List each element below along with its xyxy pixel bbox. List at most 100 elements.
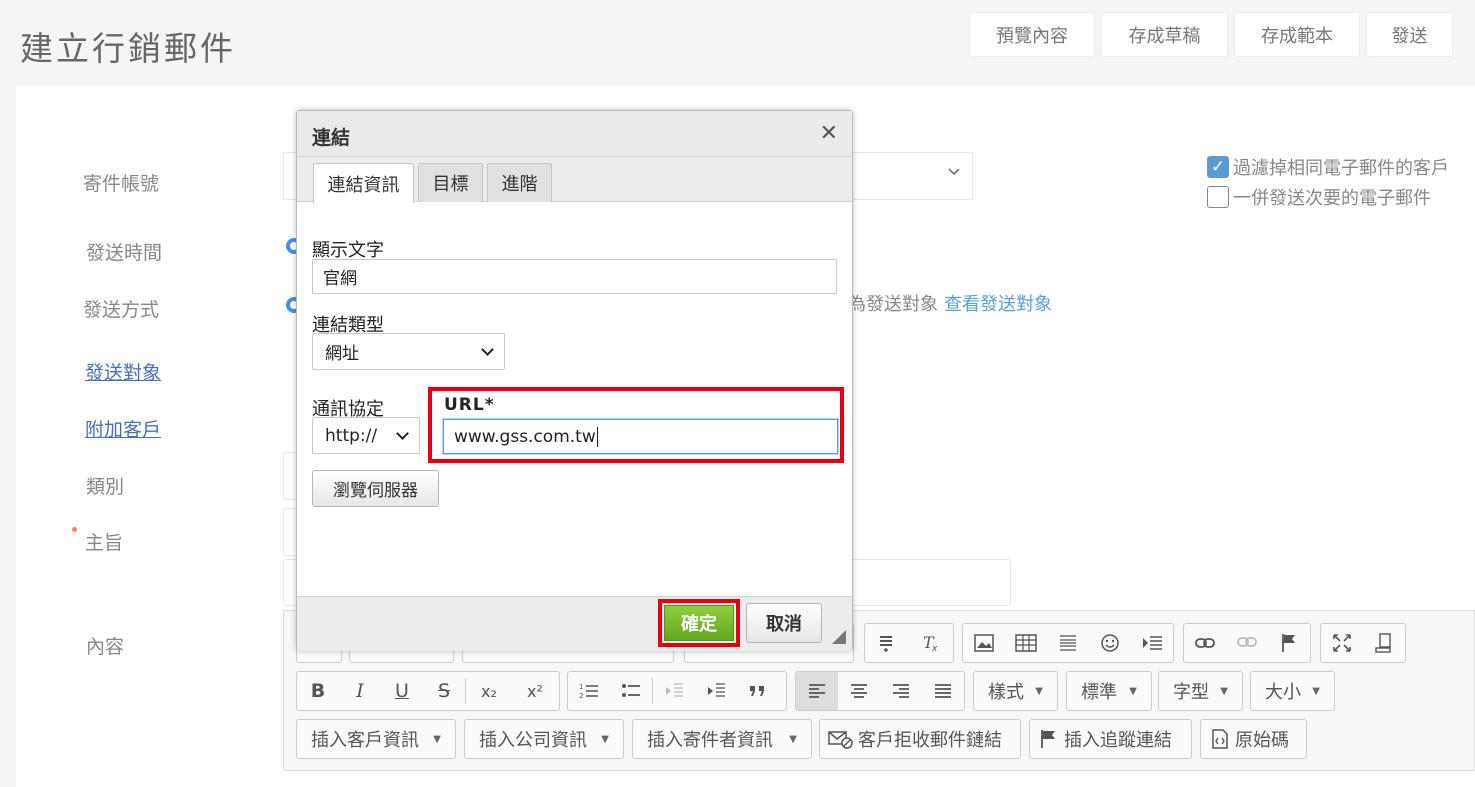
insert-tracking-link-button[interactable]: 插入追蹤連結 bbox=[1029, 719, 1192, 759]
blockquote-icon[interactable] bbox=[737, 672, 779, 710]
send-method-note: 為發送對象 查看發送對象 bbox=[848, 290, 1052, 316]
toolbar-group-view[interactable] bbox=[1320, 623, 1406, 663]
chevron-down-icon bbox=[481, 342, 494, 356]
toolbar-group-link[interactable] bbox=[1183, 623, 1311, 663]
remove-format-icon[interactable]: Tx bbox=[909, 624, 953, 662]
source-code-button[interactable]: 原始碼 bbox=[1200, 719, 1307, 759]
toolbar-group-5[interactable]: Tx bbox=[864, 623, 954, 663]
tab-advanced[interactable]: 進階 bbox=[487, 163, 552, 202]
filter-duplicate-checkbox[interactable]: ✓ bbox=[1207, 156, 1229, 178]
url-label: URL* bbox=[444, 395, 495, 415]
format-combo[interactable]: 標準 ▼ bbox=[1066, 671, 1152, 711]
numbered-list-icon[interactable]: 12 bbox=[568, 672, 610, 710]
caret-down-icon: ▼ bbox=[789, 733, 797, 745]
table-icon[interactable] bbox=[1005, 624, 1047, 662]
preview-button[interactable]: 預覽內容 bbox=[969, 12, 1095, 57]
unsubscribe-link-button[interactable]: 客戶拒收郵件鏈結 bbox=[819, 719, 1021, 759]
horizontal-line-icon[interactable] bbox=[1047, 624, 1089, 662]
flag-icon bbox=[1041, 730, 1055, 748]
content-label: 內容 bbox=[86, 636, 125, 658]
svg-text:2: 2 bbox=[579, 692, 583, 700]
image-icon[interactable] bbox=[963, 624, 1005, 662]
editor-body[interactable] bbox=[283, 770, 1475, 787]
link-type-select[interactable]: 網址 bbox=[312, 333, 505, 370]
display-text-input[interactable]: 官網 bbox=[312, 259, 837, 294]
source-code-label: 原始碼 bbox=[1235, 730, 1289, 751]
strike-button[interactable]: S bbox=[423, 672, 465, 710]
svg-text:1: 1 bbox=[579, 683, 583, 691]
italic-button[interactable]: I bbox=[339, 672, 381, 710]
align-left-icon[interactable] bbox=[796, 672, 838, 710]
text-cursor bbox=[596, 426, 598, 447]
tab-link-info[interactable]: 連結資訊 bbox=[313, 163, 414, 203]
recipients-link[interactable]: 發送對象 bbox=[85, 358, 161, 385]
insert-company-info-combo[interactable]: 插入公司資訊 ▼ bbox=[464, 719, 624, 759]
size-combo[interactable]: 大小 ▼ bbox=[1250, 671, 1335, 711]
required-marker bbox=[72, 527, 77, 532]
subscript-button[interactable]: x₂ bbox=[466, 672, 512, 710]
send-method-label: 發送方式 bbox=[83, 299, 160, 321]
resize-grip-icon[interactable] bbox=[832, 630, 846, 644]
page-break-icon[interactable] bbox=[1131, 624, 1173, 662]
underline-button[interactable]: U bbox=[381, 672, 423, 710]
view-recipients-link[interactable]: 查看發送對象 bbox=[944, 294, 1052, 315]
align-justify-icon[interactable] bbox=[922, 672, 964, 710]
cancel-button[interactable]: 取消 bbox=[746, 603, 822, 643]
toolbar-list-group[interactable]: 12 bbox=[567, 671, 787, 711]
dialog-header[interactable]: 連結 ✕ bbox=[297, 111, 852, 157]
anchor-flag-icon[interactable] bbox=[1268, 624, 1310, 662]
bold-button[interactable]: B bbox=[297, 672, 339, 710]
maximize-icon[interactable] bbox=[1321, 624, 1363, 662]
show-blocks-icon[interactable] bbox=[1363, 624, 1405, 662]
tab-target[interactable]: 目標 bbox=[418, 163, 483, 202]
send-secondary-checkbox[interactable] bbox=[1207, 186, 1229, 208]
caret-down-icon: ▼ bbox=[1312, 685, 1320, 697]
filter-duplicate-option[interactable]: ✓ 過濾掉相同電子郵件的客戶 bbox=[1207, 154, 1449, 180]
ok-button[interactable]: 確定 bbox=[664, 605, 734, 641]
save-template-button[interactable]: 存成範本 bbox=[1234, 12, 1360, 57]
align-right-icon[interactable] bbox=[880, 672, 922, 710]
insert-company-info-label: 插入公司資訊 bbox=[479, 730, 587, 751]
indent-icon[interactable] bbox=[695, 672, 737, 710]
filter-duplicate-label: 過濾掉相同電子郵件的客戶 bbox=[1233, 158, 1449, 179]
size-combo-label: 大小 bbox=[1265, 682, 1301, 703]
insert-sender-info-combo[interactable]: 插入寄件者資訊 ▼ bbox=[632, 719, 812, 759]
outdent-icon[interactable] bbox=[653, 672, 695, 710]
send-method-suffix: 為發送對象 bbox=[848, 294, 938, 315]
send-button[interactable]: 發送 bbox=[1366, 12, 1453, 57]
caret-down-icon: ▼ bbox=[433, 733, 441, 745]
align-center-icon[interactable] bbox=[838, 672, 880, 710]
chevron-down-icon bbox=[396, 426, 409, 440]
toolbar-align-group[interactable] bbox=[795, 671, 965, 711]
link-type-value: 網址 bbox=[325, 344, 359, 364]
toolbar-format-group[interactable]: B I U S x₂ x² bbox=[296, 671, 560, 711]
insert-customer-info-combo[interactable]: 插入客戶資訊 ▼ bbox=[296, 719, 456, 759]
unlink-icon[interactable] bbox=[1226, 624, 1268, 662]
link-dialog: 連結 ✕ 連結資訊 目標 進階 顯示文字 官網 連結類型 網址 通訊協定 htt… bbox=[296, 110, 853, 651]
category-label: 類別 bbox=[86, 476, 125, 498]
page-title: 建立行銷郵件 bbox=[20, 29, 236, 68]
svg-text:x: x bbox=[931, 644, 938, 653]
url-input[interactable]: www.gss.com.tw bbox=[443, 419, 838, 454]
url-value: www.gss.com.tw bbox=[454, 426, 596, 447]
caret-down-icon: ▼ bbox=[1220, 685, 1228, 697]
format-combo-label: 標準 bbox=[1081, 682, 1117, 703]
font-combo[interactable]: 字型 ▼ bbox=[1158, 671, 1243, 711]
remove-format-list-icon[interactable] bbox=[865, 624, 909, 662]
send-secondary-option[interactable]: 一併發送次要的電子郵件 bbox=[1207, 184, 1431, 210]
chevron-down-icon bbox=[946, 163, 962, 183]
save-draft-button[interactable]: 存成草稿 bbox=[1101, 12, 1228, 57]
smiley-icon[interactable] bbox=[1089, 624, 1131, 662]
send-secondary-label: 一併發送次要的電子郵件 bbox=[1233, 188, 1431, 209]
protocol-value: http:// bbox=[325, 425, 378, 446]
close-icon[interactable]: ✕ bbox=[820, 121, 838, 146]
browse-server-button[interactable]: 瀏覽伺服器 bbox=[312, 470, 439, 507]
toolbar-group-insert[interactable] bbox=[962, 623, 1174, 663]
protocol-select[interactable]: http:// bbox=[312, 417, 420, 454]
link-icon[interactable] bbox=[1184, 624, 1226, 662]
superscript-button[interactable]: x² bbox=[512, 672, 558, 710]
styles-combo[interactable]: 樣式 ▼ bbox=[973, 671, 1058, 711]
source-file-icon bbox=[1212, 729, 1228, 749]
add-customer-link[interactable]: 附加客戶 bbox=[85, 415, 161, 442]
bullet-list-icon[interactable] bbox=[610, 672, 652, 710]
